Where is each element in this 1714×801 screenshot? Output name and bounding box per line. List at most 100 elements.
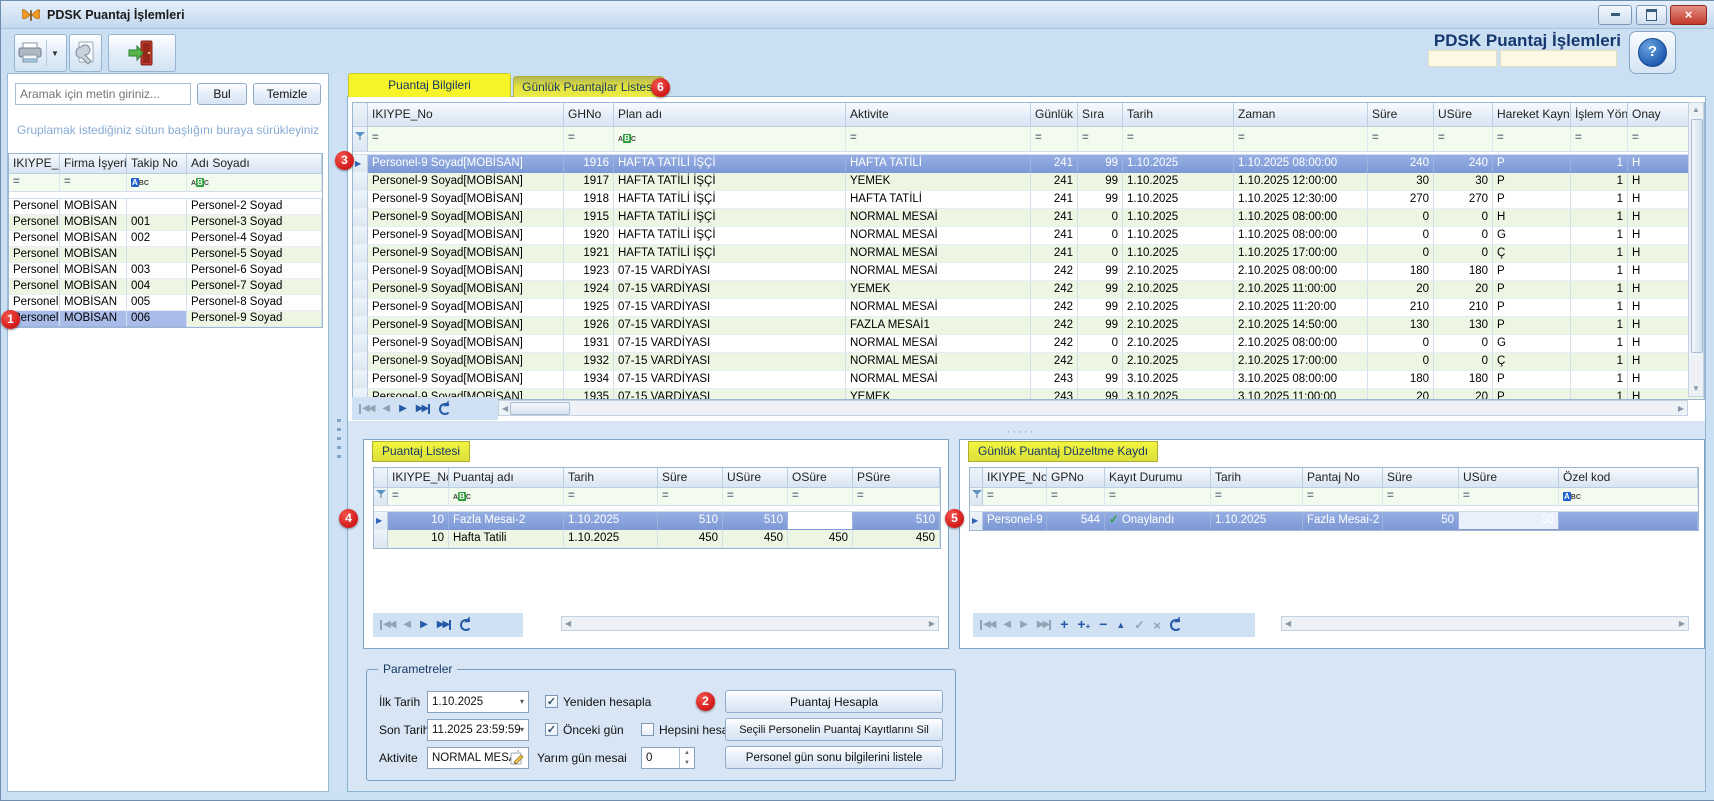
nav-refresh-icon[interactable] [1170,619,1182,631]
cell-zaman[interactable]: 1.10.2025 12:30:00 [1234,191,1368,209]
cell-ikiype-no[interactable]: Personel-9 So [983,512,1047,530]
cell-s-ra[interactable]: 99 [1078,191,1123,209]
column-header-us-re[interactable]: USüre [723,468,788,488]
column-header-ikiype-n[interactable]: IKIYPE_N [9,154,60,174]
cell-us-re[interactable]: 20 [1434,389,1493,399]
cell-hareket-kayna[interactable]: P [1493,191,1571,209]
row-indicator[interactable] [353,191,368,209]
cell-zaman[interactable]: 1.10.2025 12:00:00 [1234,173,1368,191]
cell-aktivite[interactable]: NORMAL MESAİ [846,227,1031,245]
cell-s-ra[interactable]: 99 [1078,371,1123,389]
puantaj-kayitlarini-sil-button[interactable]: Seçili Personelin Puantaj Kayıtlarını Si… [725,718,943,741]
cell-ghno[interactable]: 1925 [564,299,614,317]
table-row[interactable]: Personel-MOBİSAN006Personel-9 Soyad [9,311,322,327]
cell-firma-i-yeri[interactable]: MOBİSAN [60,263,127,279]
search-input[interactable] [15,83,191,105]
cell-tarih[interactable]: 2.10.2025 [1123,353,1234,371]
filter-cell-ghno[interactable]: = [564,127,614,152]
table-row[interactable]: 10Hafta Tatili1.10.2025450450450450 [374,530,940,548]
cell-takip-no[interactable]: 006 [127,311,187,327]
cell-firma-i-yeri[interactable]: MOBİSAN [60,247,127,263]
cell-zaman[interactable]: 1.10.2025 17:00:00 [1234,245,1368,263]
cell-tarih[interactable]: 2.10.2025 [1123,263,1234,281]
cell-ad-soyad[interactable]: Personel-4 Soyad [187,231,322,247]
cell-hareket-kayna[interactable]: Ç [1493,245,1571,263]
cell-takip-no[interactable] [127,199,187,215]
nav-prev-button[interactable]: ◀ [382,404,390,414]
cell-plan-ad[interactable]: 07-15 VARDİYASI [614,281,846,299]
row-indicator[interactable] [353,353,368,371]
cell-s-ra[interactable]: 0 [1078,209,1123,227]
cell-hareket-kayna[interactable]: P [1493,371,1571,389]
nav-last-button[interactable]: ▶▶ [437,620,451,630]
cell-s-ra[interactable]: 99 [1078,263,1123,281]
column-header-takip-no[interactable]: Takip No [127,154,187,174]
chevron-down-icon[interactable]: ▾ [520,720,524,740]
cell-ikiype-no[interactable]: Personel-9 Soyad[MOBİSAN] [368,263,564,281]
table-row[interactable]: Personel-MOBİSANPersonel-2 Soyad [9,199,322,215]
cell-zaman[interactable]: 2.10.2025 08:00:00 [1234,335,1368,353]
cell-us-re[interactable]: 240 [1434,155,1493,173]
onceki-gun-checkbox[interactable]: ✓ [545,723,558,736]
cell-s-ra[interactable]: 99 [1078,389,1123,399]
vscroll-thumb[interactable] [1691,119,1703,353]
cell-plan-ad[interactable]: HAFTA TATİLİ İŞÇİ [614,155,846,173]
nav-post-button[interactable]: ✓ [1134,619,1144,631]
cell-g-nl-k-plan[interactable]: 242 [1031,335,1078,353]
row-indicator[interactable] [353,209,368,227]
cell-tarih[interactable]: 1.10.2025 [1123,227,1234,245]
cell-s-ra[interactable]: 99 [1078,281,1123,299]
cell-ikiype-n[interactable]: Personel- [9,279,60,295]
cell-g-nl-k-plan[interactable]: 241 [1031,173,1078,191]
yeniden-hesapla-checkbox[interactable]: ✓ [545,695,558,708]
pencil-edit-icon[interactable] [510,751,524,765]
column-header-s-ra[interactable]: Sıra [1078,103,1123,127]
cell-us-re[interactable]: 0 [1434,209,1493,227]
close-button[interactable]: × [1670,5,1707,25]
cell-plan-ad[interactable]: HAFTA TATİLİ İŞÇİ [614,191,846,209]
cell-takip-no[interactable]: 004 [127,279,187,295]
table-row[interactable]: ▶Personel-9 So544✓ Onaylandı1.10.2025Faz… [970,512,1698,530]
column-header-puantaj-ad[interactable]: Puantaj adı [449,468,564,488]
cell-tarih[interactable]: 1.10.2025 [564,512,658,530]
cell-firma-i-yeri[interactable]: MOBİSAN [60,295,127,311]
cell-us-re[interactable]: 270 [1434,191,1493,209]
nav-prev-button[interactable]: ◀ [403,620,411,630]
cell-s-re[interactable]: 210 [1368,299,1434,317]
table-row[interactable]: Personel-9 Soyad[MOBİSAN]192607-15 VARDİ… [353,317,1704,335]
table-row[interactable]: Personel-MOBİSAN005Personel-8 Soyad [9,295,322,311]
cell-takip-no[interactable]: 005 [127,295,187,311]
filter-cell-tarih[interactable]: = [564,488,658,506]
cell-plan-ad[interactable]: HAFTA TATİLİ İŞÇİ [614,173,846,191]
table-row[interactable]: Personel-9 Soyad[MOBİSAN]192307-15 VARDİ… [353,263,1704,281]
filter-cell-gpno[interactable]: = [1047,488,1105,506]
cell-hareket-kayna[interactable]: P [1493,263,1571,281]
cell-ikiype-n[interactable]: Personel- [9,247,60,263]
nav-first-button[interactable]: ◀◀ [380,620,394,630]
cell-s-ra[interactable]: 99 [1078,173,1123,191]
cell-i-lem-y-n[interactable]: 1 [1571,317,1628,335]
cell-firma-i-yeri[interactable]: MOBİSAN [60,199,127,215]
cell-tarih[interactable]: 2.10.2025 [1123,335,1234,353]
cell-plan-ad[interactable]: 07-15 VARDİYASI [614,317,846,335]
cell-ikiype-no[interactable]: Personel-9 Soyad[MOBİSAN] [368,191,564,209]
row-indicator[interactable] [353,263,368,281]
cell-plan-ad[interactable]: HAFTA TATİLİ İŞÇİ [614,227,846,245]
cell-hareket-kayna[interactable]: H [1493,209,1571,227]
cell-puantaj-ad[interactable]: Hafta Tatili [449,530,564,548]
cell-ikiype-no[interactable]: Personel-9 Soyad[MOBİSAN] [368,245,564,263]
cell-i-lem-y-n[interactable]: 1 [1571,173,1628,191]
filter-cell-kay-t-durumu[interactable]: = [1105,488,1211,506]
aktivite-field[interactable]: NORMAL MESAİ [427,747,529,769]
cell-i-lem-y-n[interactable]: 1 [1571,353,1628,371]
cell-s-re[interactable]: 50 [1383,512,1459,530]
cell-us-re[interactable]: 0 [1434,227,1493,245]
title-bar[interactable]: PDSK Puantaj İşlemleri × [1,1,1714,29]
cell-zaman[interactable]: 3.10.2025 11:00:00 [1234,389,1368,399]
hscroll-left-icon[interactable]: ◀ [1285,619,1291,628]
cell-hareket-kayna[interactable]: P [1493,173,1571,191]
maximize-button[interactable] [1636,5,1667,25]
column-header-tarih[interactable]: Tarih [1123,103,1234,127]
column-header-us-re[interactable]: USüre [1434,103,1493,127]
cell-tarih[interactable]: 3.10.2025 [1123,371,1234,389]
